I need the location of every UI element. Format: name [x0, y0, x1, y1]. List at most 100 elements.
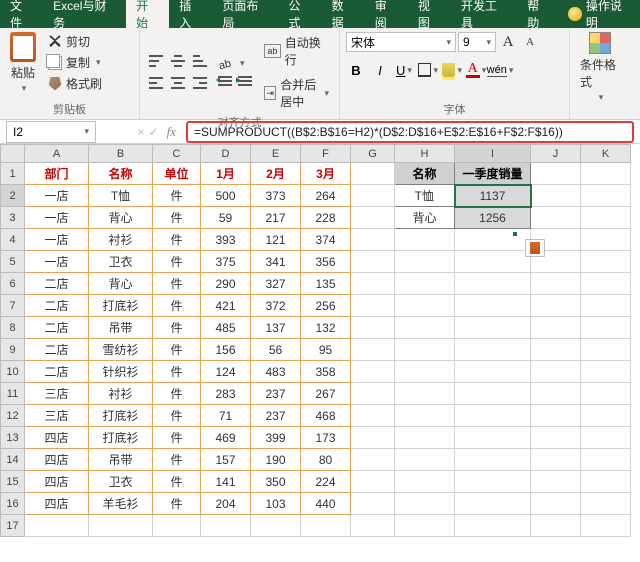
row-header-11[interactable]: 11 [1, 383, 25, 405]
align-bottom-button[interactable] [190, 51, 210, 71]
cell[interactable]: 四店 [25, 493, 89, 515]
cell[interactable]: 二店 [25, 317, 89, 339]
cell[interactable]: 三店 [25, 405, 89, 427]
cell[interactable]: 80 [301, 449, 351, 471]
cell[interactable] [581, 317, 631, 339]
cell[interactable]: 1256 [455, 207, 531, 229]
align-left-button[interactable] [146, 73, 166, 93]
col-header-G[interactable]: G [351, 145, 395, 163]
orientation-button[interactable]: ab [216, 56, 233, 73]
cell[interactable]: 469 [201, 427, 251, 449]
format-painter-button[interactable]: 格式刷 [46, 74, 104, 93]
cell[interactable]: 141 [201, 471, 251, 493]
cell[interactable]: 264 [301, 185, 351, 207]
cell[interactable] [351, 229, 395, 251]
tab-data[interactable]: 数据 [322, 0, 365, 28]
cell[interactable]: 一店 [25, 251, 89, 273]
col-header-I[interactable]: I [455, 145, 531, 163]
cell[interactable]: 四店 [25, 449, 89, 471]
paste-options-button[interactable] [525, 239, 545, 257]
cell[interactable]: 440 [301, 493, 351, 515]
border-button[interactable]: ▾ [418, 60, 438, 80]
cell[interactable]: 1月 [201, 163, 251, 185]
cell[interactable]: 375 [201, 251, 251, 273]
cell[interactable]: 背心 [89, 207, 153, 229]
cell[interactable]: 372 [251, 295, 301, 317]
cell[interactable] [531, 449, 581, 471]
cell[interactable]: 56 [251, 339, 301, 361]
cell[interactable]: 吊带 [89, 449, 153, 471]
cell[interactable] [531, 493, 581, 515]
cell[interactable]: 157 [201, 449, 251, 471]
cell[interactable]: 件 [153, 251, 201, 273]
cell[interactable] [531, 207, 581, 229]
cell[interactable] [455, 383, 531, 405]
cell[interactable]: 399 [251, 427, 301, 449]
cell[interactable]: 256 [301, 295, 351, 317]
cell[interactable]: 吊带 [89, 317, 153, 339]
cell[interactable] [351, 493, 395, 515]
row-header-3[interactable]: 3 [1, 207, 25, 229]
cell[interactable]: 204 [201, 493, 251, 515]
cell[interactable] [301, 515, 351, 537]
cell[interactable]: 衬衫 [89, 229, 153, 251]
row-header-10[interactable]: 10 [1, 361, 25, 383]
cell[interactable]: 103 [251, 493, 301, 515]
cell[interactable]: 59 [201, 207, 251, 229]
tab-review[interactable]: 审阅 [365, 0, 408, 28]
cell[interactable]: 二店 [25, 295, 89, 317]
cell[interactable] [531, 273, 581, 295]
cell[interactable] [201, 515, 251, 537]
cell[interactable] [455, 339, 531, 361]
cell[interactable]: 135 [301, 273, 351, 295]
cell[interactable]: 部门 [25, 163, 89, 185]
cell[interactable]: 124 [201, 361, 251, 383]
col-header-F[interactable]: F [301, 145, 351, 163]
cell[interactable] [581, 339, 631, 361]
align-top-button[interactable] [146, 51, 166, 71]
cell[interactable]: 件 [153, 207, 201, 229]
align-middle-button[interactable] [168, 51, 188, 71]
cell[interactable]: 打底衫 [89, 405, 153, 427]
cell[interactable]: 95 [301, 339, 351, 361]
cell[interactable]: 358 [301, 361, 351, 383]
tab-file[interactable]: 文件 [0, 0, 43, 28]
phonetic-button[interactable]: wén▾ [490, 60, 510, 80]
cell[interactable]: 二店 [25, 339, 89, 361]
cell[interactable]: 356 [301, 251, 351, 273]
cell[interactable] [395, 339, 455, 361]
cell[interactable]: 卫衣 [89, 471, 153, 493]
cell[interactable] [581, 361, 631, 383]
tab-help[interactable]: 帮助 [517, 0, 560, 28]
cell[interactable]: 468 [301, 405, 351, 427]
cell[interactable]: 156 [201, 339, 251, 361]
cell[interactable]: 打底衫 [89, 295, 153, 317]
cell[interactable] [89, 515, 153, 537]
cell[interactable]: 件 [153, 405, 201, 427]
cell[interactable]: 132 [301, 317, 351, 339]
cell[interactable] [395, 383, 455, 405]
tell-me[interactable]: 操作说明 [560, 0, 640, 28]
cell[interactable] [455, 229, 531, 251]
cell[interactable]: 三店 [25, 383, 89, 405]
bold-button[interactable]: B [346, 60, 366, 80]
cell[interactable]: T恤 [395, 185, 455, 207]
cell[interactable] [351, 449, 395, 471]
cell[interactable] [351, 163, 395, 185]
cell[interactable]: 283 [201, 383, 251, 405]
cell[interactable] [531, 405, 581, 427]
cell[interactable]: 500 [201, 185, 251, 207]
cell[interactable] [351, 361, 395, 383]
cell[interactable] [395, 493, 455, 515]
row-header-1[interactable]: 1 [1, 163, 25, 185]
cell[interactable]: 483 [251, 361, 301, 383]
cell[interactable] [395, 427, 455, 449]
fx-button[interactable]: fx [163, 124, 180, 140]
decrease-font-button[interactable]: A [520, 32, 540, 52]
increase-font-button[interactable]: A [498, 32, 518, 52]
cell[interactable]: 针织衫 [89, 361, 153, 383]
cell[interactable]: 121 [251, 229, 301, 251]
cell[interactable] [581, 295, 631, 317]
cell[interactable]: 1137 [455, 185, 531, 207]
cell[interactable]: 一店 [25, 185, 89, 207]
